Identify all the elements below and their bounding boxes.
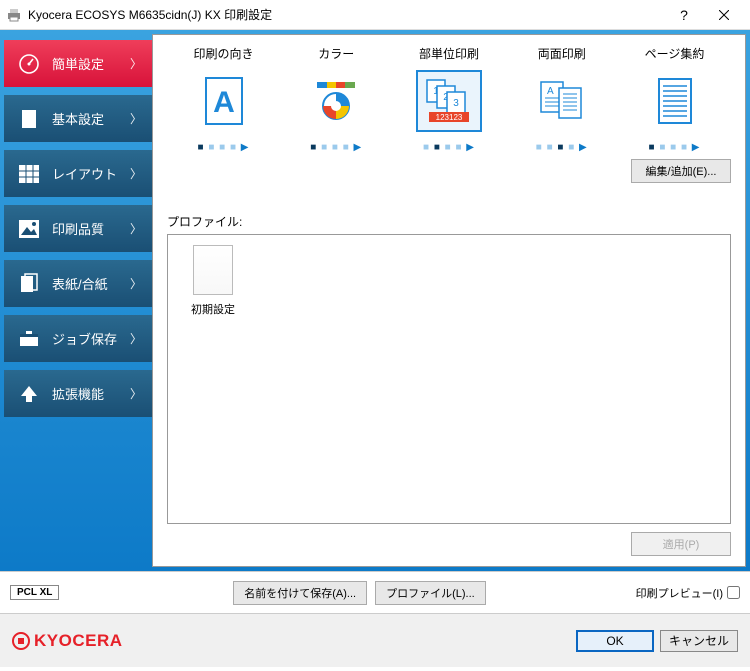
quick-label: 両面印刷 <box>509 45 614 62</box>
window-title: Kyocera ECOSYS M6635cidn(J) KX 印刷設定 <box>28 6 664 23</box>
cover-icon <box>18 273 40 295</box>
sidebar-item-cover[interactable]: 表紙/合紙 〉 <box>4 260 152 307</box>
sidebar-item-basic[interactable]: 基本設定 〉 <box>4 95 152 142</box>
quick-settings-row: 印刷の向き A ■ ■ ■ ■ ▶ カラー <box>167 45 731 153</box>
image-quality-icon <box>18 218 40 240</box>
quick-item-orientation[interactable]: 印刷の向き A ■ ■ ■ ■ ▶ <box>171 45 276 153</box>
sidebar-item-quick[interactable]: 簡単設定 〉 <box>4 40 152 87</box>
printer-icon <box>6 7 22 23</box>
profile-section: プロファイル: 初期設定 適用(P) <box>167 213 731 556</box>
cancel-button[interactable]: キャンセル <box>660 630 738 652</box>
layout-grid-icon <box>18 163 40 185</box>
sidebar-item-label: 簡単設定 <box>52 54 104 73</box>
sidebar-item-label: 印刷品質 <box>52 219 104 238</box>
kyocera-logo-icon <box>12 632 30 650</box>
svg-text:A: A <box>547 86 554 97</box>
quick-item-color[interactable]: カラー ■ ■ ■ ■ ▶ <box>284 45 389 153</box>
close-button[interactable] <box>704 1 744 29</box>
orientation-icon: A <box>191 70 257 132</box>
app-body: 簡単設定 〉 基本設定 〉 レイアウト 〉 印刷品質 〉 <box>0 30 750 571</box>
quick-item-nup[interactable]: ページ集約 ■ ■ ■ ■ ▶ <box>622 45 727 153</box>
profile-label: プロファイル: <box>167 213 731 230</box>
arrow-up-icon <box>18 383 40 405</box>
sidebar-item-label: 拡張機能 <box>52 384 104 403</box>
chevron-right-icon: 〉 <box>130 55 142 72</box>
collate-icon: 1 2 3 123123 <box>416 70 482 132</box>
pcl-badge: PCL XL <box>10 585 59 600</box>
duplex-icon: A <box>529 70 595 132</box>
svg-text:3: 3 <box>453 98 459 109</box>
print-preview-group: 印刷プレビュー(I) <box>636 585 740 601</box>
footer-top: PCL XL 名前を付けて保存(A)... プロファイル(L)... 印刷プレビ… <box>0 571 750 613</box>
chevron-right-icon: 〉 <box>130 220 142 237</box>
profile-name: 初期設定 <box>178 301 248 317</box>
print-preview-label: 印刷プレビュー(I) <box>636 585 723 601</box>
quick-item-duplex[interactable]: 両面印刷 A ■ ■ ■ ■ ▶ <box>509 45 614 153</box>
profile-button[interactable]: プロファイル(L)... <box>375 581 486 605</box>
sidebar-item-label: ジョブ保存 <box>52 329 117 348</box>
quick-label: 印刷の向き <box>171 45 276 62</box>
nup-icon <box>642 70 708 132</box>
sidebar-item-label: 表紙/合紙 <box>52 274 108 293</box>
quick-item-collate[interactable]: 部単位印刷 1 2 3 123123 ■ ■ ■ ■ ▶ <box>397 45 502 153</box>
sidebar-item-layout[interactable]: レイアウト 〉 <box>4 150 152 197</box>
ok-button[interactable]: OK <box>576 630 654 652</box>
help-button[interactable]: ? <box>664 1 704 29</box>
step-dots: ■ ■ ■ ■ ▶ <box>397 142 502 153</box>
chevron-right-icon: 〉 <box>130 330 142 347</box>
brand-text: KYOCERA <box>34 631 123 651</box>
save-as-button[interactable]: 名前を付けて保存(A)... <box>233 581 367 605</box>
svg-text:123123: 123123 <box>436 113 463 122</box>
quick-label: 部単位印刷 <box>397 45 502 62</box>
print-preview-checkbox[interactable] <box>727 586 740 599</box>
sidebar-item-advanced[interactable]: 拡張機能 〉 <box>4 370 152 417</box>
chevron-right-icon: 〉 <box>130 275 142 292</box>
color-icon <box>303 70 369 132</box>
job-box-icon <box>18 328 40 350</box>
profile-list[interactable]: 初期設定 <box>167 234 731 524</box>
apply-button[interactable]: 適用(P) <box>631 532 731 556</box>
sidebar-item-label: レイアウト <box>52 164 117 183</box>
chevron-right-icon: 〉 <box>130 110 142 127</box>
chevron-right-icon: 〉 <box>130 165 142 182</box>
step-dots: ■ ■ ■ ■ ▶ <box>622 142 727 153</box>
sidebar: 簡単設定 〉 基本設定 〉 レイアウト 〉 印刷品質 〉 <box>4 34 152 567</box>
svg-text:A: A <box>213 86 235 119</box>
step-dots: ■ ■ ■ ■ ▶ <box>171 142 276 153</box>
profile-item-default[interactable]: 初期設定 <box>178 245 248 317</box>
gauge-icon <box>18 53 40 75</box>
edit-add-button[interactable]: 編集/追加(E)... <box>631 159 731 183</box>
footer-bottom: KYOCERA OK キャンセル <box>0 613 750 667</box>
sidebar-item-quality[interactable]: 印刷品質 〉 <box>4 205 152 252</box>
step-dots: ■ ■ ■ ■ ▶ <box>509 142 614 153</box>
profile-thumb-icon <box>193 245 233 295</box>
quick-label: ページ集約 <box>622 45 727 62</box>
sidebar-item-job[interactable]: ジョブ保存 〉 <box>4 315 152 362</box>
step-dots: ■ ■ ■ ■ ▶ <box>284 142 389 153</box>
brand-logo: KYOCERA <box>12 631 123 651</box>
page-icon <box>18 108 40 130</box>
main-panel: 印刷の向き A ■ ■ ■ ■ ▶ カラー <box>152 34 746 567</box>
chevron-right-icon: 〉 <box>130 385 142 402</box>
quick-label: カラー <box>284 45 389 62</box>
titlebar: Kyocera ECOSYS M6635cidn(J) KX 印刷設定 ? <box>0 0 750 30</box>
sidebar-item-label: 基本設定 <box>52 109 104 128</box>
